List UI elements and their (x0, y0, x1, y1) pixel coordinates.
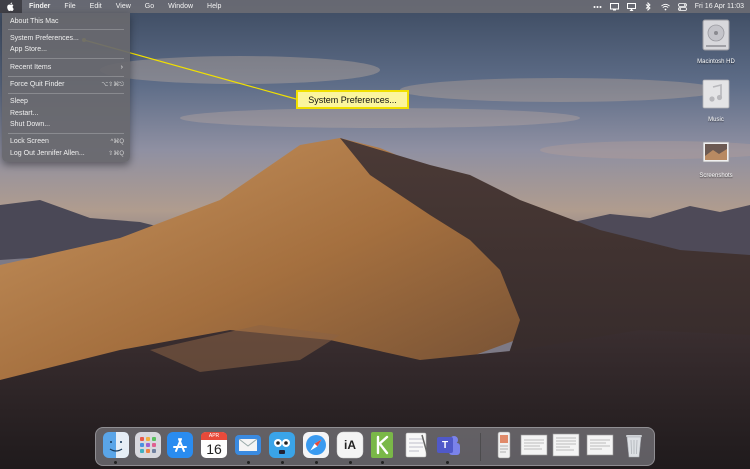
force-quit-shortcut: ⌥⇧⌘⎋ (101, 81, 124, 88)
document-thumbnail-icon[interactable] (552, 431, 580, 459)
tweetbot-icon[interactable] (268, 431, 296, 459)
music-folder-icon (702, 79, 730, 109)
menu-go[interactable]: Go (145, 0, 161, 13)
callout-label: System Preferences... (296, 90, 409, 109)
wifi-icon[interactable] (660, 2, 670, 11)
document-thumbnail-icon[interactable] (490, 431, 518, 459)
screenshots-folder-icon (702, 141, 730, 163)
menu-separator (8, 29, 124, 30)
more-dots-icon[interactable] (593, 2, 602, 11)
menu-item-recent-items[interactable]: Recent Items › (2, 62, 130, 73)
menu-finder[interactable]: Finder (29, 0, 57, 13)
bluetooth-icon[interactable] (644, 2, 653, 11)
desktop-icon-label: Macintosh HD (697, 59, 735, 65)
calendar-icon[interactable]: APR 16 (200, 431, 228, 459)
scrivener-icon[interactable] (368, 431, 396, 459)
safari-icon[interactable] (302, 431, 330, 459)
trash-icon[interactable] (620, 431, 648, 459)
cast-icon[interactable] (626, 2, 636, 11)
menu-file[interactable]: File (64, 0, 82, 13)
teams-icon[interactable]: T (434, 431, 462, 459)
running-indicator (114, 461, 117, 464)
menu-window[interactable]: Window (168, 0, 200, 13)
desktop-icon-screenshots[interactable]: Screenshots (686, 138, 746, 179)
dock: APR 16 iA T (95, 427, 655, 466)
teams-label: T (441, 440, 449, 451)
control-center-icon[interactable] (677, 2, 687, 11)
menu-item-shut-down[interactable]: Shut Down... (2, 119, 130, 130)
running-indicator (315, 461, 318, 464)
running-indicator (381, 461, 384, 464)
menu-view[interactable]: View (116, 0, 138, 13)
menu-item-force-quit[interactable]: Force Quit Finder ⌥⇧⌘⎋ (2, 79, 130, 90)
lock-screen-shortcut: ^⌘Q (110, 139, 124, 145)
desktop-icon-label: Music (708, 117, 724, 123)
log-out-shortcut: ⇧⌘Q (108, 151, 124, 157)
calendar-month: APR (208, 433, 220, 439)
menu-item-restart[interactable]: Restart... (2, 108, 130, 119)
finder-icon[interactable] (102, 431, 130, 459)
running-indicator (349, 461, 352, 464)
menu-item-log-out[interactable]: Log Out Jennifer Allen... ⇧⌘Q (2, 148, 130, 159)
hard-drive-icon (702, 19, 730, 51)
menu-help[interactable]: Help (207, 0, 228, 13)
menu-item-lock-screen[interactable]: Lock Screen ^⌘Q (2, 136, 130, 147)
menu-separator (8, 93, 124, 94)
chevron-right-icon: › (120, 64, 123, 71)
launchpad-icon[interactable] (134, 431, 162, 459)
textedit-icon[interactable] (402, 431, 430, 459)
mail-icon[interactable] (234, 431, 262, 459)
running-indicator (446, 461, 449, 464)
menu-item-system-preferences[interactable]: System Preferences... (2, 33, 130, 44)
calendar-day: 16 (206, 441, 222, 457)
document-thumbnail-icon[interactable] (586, 431, 614, 459)
menu-clock[interactable]: Fri 16 Apr 11:03 (695, 3, 744, 10)
menu-item-sleep[interactable]: Sleep (2, 96, 130, 107)
menu-item-app-store[interactable]: App Store... (2, 44, 130, 55)
menu-separator (8, 58, 124, 59)
app-store-icon[interactable] (166, 431, 194, 459)
dock-separator (480, 433, 481, 461)
desktop-icon-label: Screenshots (699, 173, 733, 179)
menu-item-about[interactable]: About This Mac (2, 16, 130, 27)
ia-writer-icon[interactable]: iA (336, 431, 364, 459)
display-icon[interactable] (609, 2, 619, 11)
desktop-icon-macintosh-hd[interactable]: Macintosh HD (686, 18, 746, 65)
menu-separator (8, 133, 124, 134)
document-thumbnail-icon[interactable] (520, 431, 548, 459)
ia-writer-label: iA (344, 438, 356, 452)
menu-separator (8, 76, 124, 77)
menu-edit[interactable]: Edit (90, 0, 109, 13)
apple-logo-icon[interactable] (0, 0, 22, 13)
menu-bar: Finder File Edit View Go Window Help Fri… (0, 0, 750, 13)
apple-menu-dropdown: About This Mac System Preferences... App… (2, 13, 130, 162)
running-indicator (281, 461, 284, 464)
desktop-icon-music[interactable]: Music (686, 78, 746, 123)
running-indicator (247, 461, 250, 464)
